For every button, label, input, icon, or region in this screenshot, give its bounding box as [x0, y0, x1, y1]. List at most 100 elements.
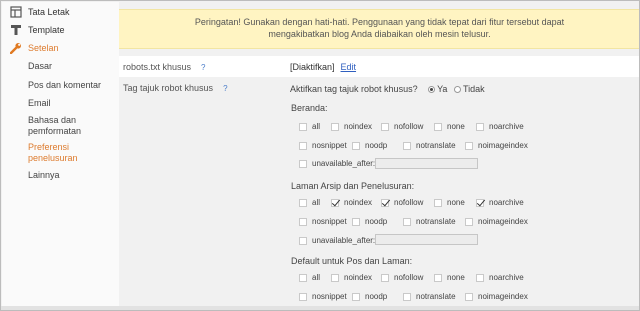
sidebar-item-label: Template: [28, 25, 65, 35]
checkbox-label: all: [312, 273, 321, 282]
robots-txt-label: robots.txt khusus: [123, 62, 192, 72]
checkbox-nofollow[interactable]: [381, 123, 389, 131]
warning-text: Peringatan! Gunakan dengan hati-hati. Pe…: [194, 17, 565, 39]
checkbox-all[interactable]: [299, 274, 307, 282]
checkbox-label: none: [447, 198, 465, 207]
robot-tags-question: Aktifkan tag tajuk robot khusus?: [290, 84, 418, 94]
checkbox-label: noodp: [365, 217, 388, 226]
checkbox-noimageindex[interactable]: [465, 142, 473, 150]
robots-txt-help-icon[interactable]: ?: [201, 63, 205, 72]
checkbox-none[interactable]: [434, 123, 442, 131]
sidebar-item-setelan[interactable]: Setelan: [2, 40, 59, 56]
robot-tags-label: Tag tajuk robot khusus: [123, 83, 214, 93]
settings-window: Tata Letak Template Setelan Dasar Pos da…: [0, 0, 640, 311]
checkbox-label: none: [447, 122, 465, 131]
radio-no-label: Tidak: [462, 84, 485, 94]
warning-banner: Peringatan! Gunakan dengan hati-hati. Pe…: [119, 9, 639, 49]
checkbox-noarchive[interactable]: [476, 199, 484, 207]
checkbox-unavailable-after[interactable]: [299, 160, 307, 168]
wrench-icon: [9, 42, 22, 55]
sidebar-item-template[interactable]: Template: [2, 22, 65, 38]
checkbox-noimageindex[interactable]: [465, 218, 473, 226]
robots-txt-edit-link[interactable]: Edit: [341, 62, 357, 72]
checkbox-label: none: [447, 273, 465, 282]
radio-no[interactable]: [453, 86, 461, 94]
sidebar-item-label: Tata Letak: [28, 7, 70, 17]
checkbox-noarchive[interactable]: [476, 274, 484, 282]
checkbox-label: noarchive: [489, 122, 524, 131]
checkbox-label: noindex: [344, 122, 373, 131]
checkbox-noodp[interactable]: [352, 218, 360, 226]
layout-icon: [10, 6, 22, 18]
checkbox-nosnippet[interactable]: [299, 142, 307, 150]
checkbox-label: all: [312, 122, 321, 131]
checkbox-noindex[interactable]: [331, 123, 339, 131]
checkbox-label: noindex: [344, 198, 373, 207]
sidebar: Tata Letak Template Setelan Dasar Pos da…: [2, 2, 119, 310]
template-icon: [10, 24, 22, 36]
checkbox-label: notranslate: [416, 292, 456, 301]
checkbox-label: noodp: [365, 292, 388, 301]
radio-yes-label: Ya: [437, 84, 448, 94]
checkbox-label: noarchive: [489, 198, 524, 207]
robots-txt-value-wrap: [Diaktifkan] Edit: [290, 62, 356, 72]
checkbox-label: nofollow: [394, 198, 424, 207]
checkbox-all[interactable]: [299, 199, 307, 207]
sidebar-item-tata-letak[interactable]: Tata Letak: [2, 4, 70, 20]
checkbox-nosnippet[interactable]: [299, 218, 307, 226]
checkbox-label: noimageindex: [478, 217, 528, 226]
checkbox-noimageindex[interactable]: [465, 293, 473, 301]
radio-yes[interactable]: [428, 86, 436, 94]
sidebar-subitem-dasar[interactable]: Dasar: [28, 61, 52, 72]
checkbox-noodp[interactable]: [352, 142, 360, 150]
sidebar-item-label: Setelan: [28, 43, 59, 53]
checkbox-noindex[interactable]: [331, 274, 339, 282]
sidebar-subitem-lainnya[interactable]: Lainnya: [28, 170, 60, 181]
checkbox-label: noindex: [344, 273, 373, 282]
sidebar-subitem-preferensi-penelusuran[interactable]: Preferensi penelusuran: [28, 142, 108, 164]
checkbox-label: noodp: [365, 141, 388, 150]
robot-tags-question-row: Aktifkan tag tajuk robot khusus? Ya Tida…: [290, 84, 485, 94]
horizontal-scrollbar[interactable]: [1, 306, 639, 310]
checkbox-label: noimageindex: [478, 141, 528, 150]
checkbox-label: nosnippet: [312, 141, 347, 150]
checkbox-noodp[interactable]: [352, 293, 360, 301]
checkbox-unavailable-after[interactable]: [299, 237, 307, 245]
checkbox-label: noarchive: [489, 273, 524, 282]
checkbox-notranslate[interactable]: [403, 293, 411, 301]
checkbox-label: all: [312, 198, 321, 207]
checkbox-nosnippet[interactable]: [299, 293, 307, 301]
checkbox-noindex[interactable]: [331, 199, 339, 207]
robots-txt-label-wrap: robots.txt khusus?: [123, 62, 206, 72]
checkbox-noarchive[interactable]: [476, 123, 484, 131]
checkbox-label: nosnippet: [312, 217, 347, 226]
robots-txt-row: robots.txt khusus? [Diaktifkan] Edit: [119, 56, 639, 77]
checkbox-label: notranslate: [416, 217, 456, 226]
checkbox-notranslate[interactable]: [403, 142, 411, 150]
checkbox-label: nosnippet: [312, 292, 347, 301]
group-title-laman-arsip: Laman Arsip dan Penelusuran:: [291, 181, 415, 191]
checkbox-all[interactable]: [299, 123, 307, 131]
checkbox-none[interactable]: [434, 274, 442, 282]
main-content: Peringatan! Gunakan dengan hati-hati. Pe…: [119, 2, 639, 310]
checkbox-label: nofollow: [394, 273, 424, 282]
checkbox-nofollow[interactable]: [381, 274, 389, 282]
group-title-default-pos-laman: Default untuk Pos dan Laman:: [291, 256, 413, 266]
robots-txt-status: [Diaktifkan]: [290, 62, 335, 72]
group-title-beranda: Beranda:: [291, 103, 328, 113]
unavailable-after-input[interactable]: [375, 234, 478, 245]
robot-tags-label-wrap: Tag tajuk robot khusus?: [123, 83, 228, 93]
unavailable-after-input[interactable]: [375, 158, 478, 169]
robot-tags-help-icon[interactable]: ?: [223, 84, 227, 93]
sidebar-subitem-email[interactable]: Email: [28, 98, 51, 109]
checkbox-nofollow[interactable]: [381, 199, 389, 207]
checkbox-none[interactable]: [434, 199, 442, 207]
checkbox-label: notranslate: [416, 141, 456, 150]
checkbox-label: nofollow: [394, 122, 424, 131]
checkbox-label: unavailable_after:: [312, 159, 376, 168]
sidebar-subitem-bahasa-dan-pemformatan[interactable]: Bahasa dan pemformatan: [28, 115, 108, 137]
checkbox-label: unavailable_after:: [312, 236, 376, 245]
checkbox-notranslate[interactable]: [403, 218, 411, 226]
checkbox-label: noimageindex: [478, 292, 528, 301]
sidebar-subitem-pos-dan-komentar[interactable]: Pos dan komentar: [28, 80, 101, 91]
